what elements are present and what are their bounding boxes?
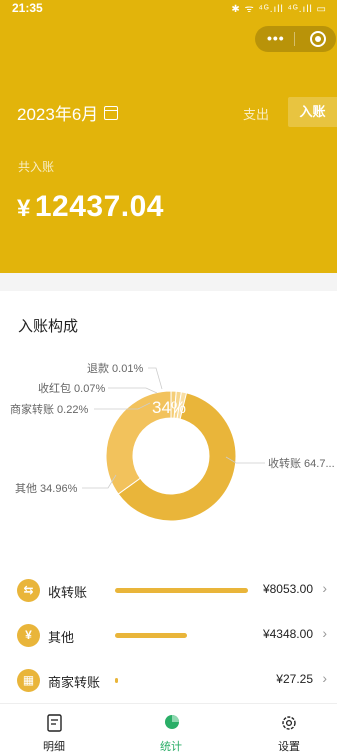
row-amount: ¥8053.00 bbox=[262, 582, 313, 596]
donut-center-label: 34% bbox=[152, 398, 186, 417]
miniprogram-capsule: ••• bbox=[255, 26, 336, 52]
tab-label: 统计 bbox=[160, 741, 182, 753]
tab-income[interactable]: 入账 bbox=[288, 97, 337, 127]
donut-label-transfer: 收转账 64.7... bbox=[268, 456, 335, 470]
chevron-right-icon: › bbox=[322, 580, 327, 596]
month-label: 2023年6月 bbox=[17, 105, 99, 124]
shop-icon: ▦ bbox=[17, 669, 40, 692]
status-bar: 21:35 ✱ ᯤ ⁴ᴳ.ıll ⁴ᴳ.ıll ▭ bbox=[0, 0, 337, 18]
list-item[interactable]: ¥ 其他 ¥4348.00 › bbox=[0, 614, 337, 658]
status-time: 21:35 bbox=[12, 1, 43, 15]
more-icon[interactable]: ••• bbox=[267, 30, 285, 46]
total-label: 共入账 bbox=[18, 160, 55, 174]
bottom-tabbar: 明细 统计 设置 bbox=[0, 703, 337, 753]
list-item[interactable]: ▦ 商家转账 ¥27.25 › bbox=[0, 659, 337, 703]
row-name: 商家转账 bbox=[48, 675, 101, 690]
leader-red-packet bbox=[108, 387, 158, 394]
section-title: 入账构成 bbox=[18, 318, 79, 335]
tab-expense[interactable]: 支出 bbox=[243, 104, 269, 123]
chevron-right-icon: › bbox=[322, 670, 327, 686]
tab-stats[interactable]: 统计 bbox=[136, 704, 206, 753]
list-item[interactable]: ⇆ 收转账 ¥8053.00 › bbox=[0, 569, 337, 613]
document-icon bbox=[47, 714, 62, 732]
composition-card: 入账构成 退款 0.01% 收红包 0.07% 商家转账 0.22% 其他 34… bbox=[0, 291, 337, 703]
row-amount: ¥4348.00 bbox=[262, 627, 313, 641]
leader-refund bbox=[148, 367, 163, 390]
donut-label-refund: 退款 0.01% bbox=[87, 361, 143, 375]
tab-label: 设置 bbox=[278, 741, 300, 753]
donut-label-merchant: 商家转账 0.22% bbox=[10, 402, 88, 416]
row-amount: ¥27.25 bbox=[276, 672, 313, 686]
row-bar bbox=[115, 678, 118, 683]
donut-label-other: 其他 34.96% bbox=[15, 482, 78, 495]
currency-symbol: ¥ bbox=[17, 195, 31, 222]
tab-label: 明细 bbox=[43, 741, 65, 753]
chevron-right-icon: › bbox=[322, 625, 327, 641]
donut-label-red-packet: 收红包 0.07% bbox=[38, 381, 105, 395]
gear-icon bbox=[282, 716, 296, 730]
row-name: 收转账 bbox=[48, 585, 88, 600]
close-target-icon[interactable] bbox=[310, 31, 326, 47]
calendar-icon bbox=[104, 105, 119, 120]
status-icons: ✱ ᯤ ⁴ᴳ.ıll ⁴ᴳ.ıll ▭ bbox=[231, 4, 327, 15]
donut-chart: 退款 0.01% 收红包 0.07% 商家转账 0.22% 其他 34.96% … bbox=[10, 361, 335, 522]
transfer-icon: ⇆ bbox=[17, 579, 40, 602]
tab-settings[interactable]: 设置 bbox=[254, 704, 324, 753]
income-header: 21:35 ✱ ᯤ ⁴ᴳ.ıll ⁴ᴳ.ıll ▭ ••• 2023年6月 支出… bbox=[0, 0, 337, 273]
month-selector[interactable]: 2023年6月 bbox=[17, 100, 119, 125]
tab-detail[interactable]: 明细 bbox=[19, 704, 89, 753]
row-bar bbox=[115, 633, 187, 638]
pie-chart-icon bbox=[165, 715, 179, 729]
row-name: 其他 bbox=[48, 630, 75, 645]
total-amount: ¥12437.04 bbox=[17, 190, 164, 224]
yen-icon: ¥ bbox=[17, 624, 40, 647]
row-bar bbox=[115, 588, 248, 593]
total-value: 12437.04 bbox=[34, 190, 164, 223]
capsule-divider bbox=[294, 32, 295, 46]
